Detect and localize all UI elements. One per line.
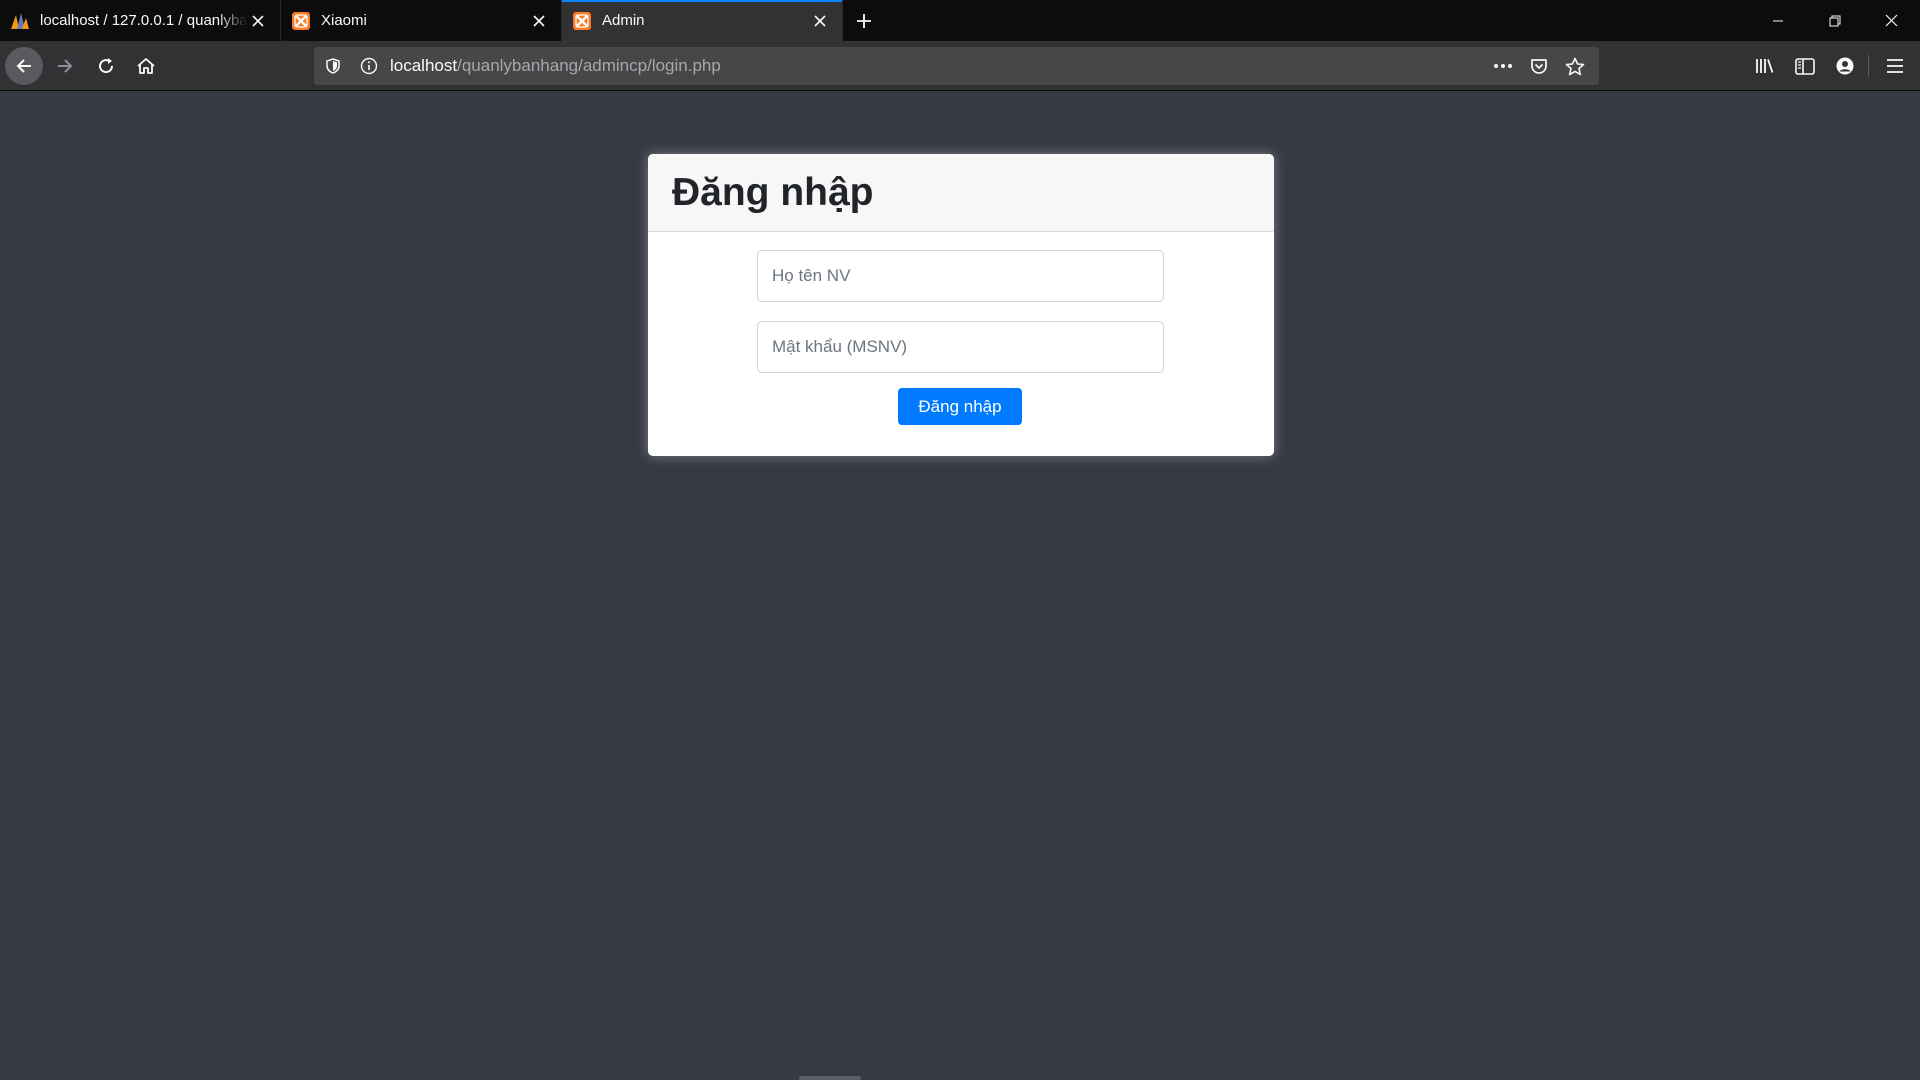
restore-icon: [1829, 15, 1840, 26]
arrow-right-icon: [58, 59, 73, 73]
scroll-indicator: [799, 1076, 861, 1080]
minimize-icon: [1772, 20, 1783, 21]
url-path: /quanlybanhang/admincp/login.php: [457, 56, 721, 75]
tab-title: localhost / 127.0.0.1 / quanlybanhang: [40, 12, 248, 29]
reload-icon: [99, 58, 114, 74]
tab-title: Xiaomi: [321, 12, 367, 29]
browser-tab-xiaomi[interactable]: Xiaomi: [281, 0, 562, 41]
app-menu-button[interactable]: [1876, 47, 1914, 85]
new-tab-button[interactable]: [843, 0, 885, 41]
library-icon: [1756, 59, 1774, 73]
minimize-button[interactable]: [1749, 0, 1806, 41]
plus-icon: [857, 13, 871, 28]
star-icon: [1565, 57, 1585, 75]
more-dots-icon: [1494, 64, 1512, 68]
site-info-icon[interactable]: [356, 47, 382, 85]
pocket-button[interactable]: [1521, 47, 1557, 85]
bookmark-star-button[interactable]: [1557, 47, 1593, 85]
address-bar[interactable]: localhost/quanlybanhang/admincp/login.ph…: [314, 47, 1599, 85]
close-tab-icon[interactable]: [529, 11, 549, 31]
forward-button[interactable]: [46, 47, 84, 85]
account-icon: [1836, 57, 1854, 75]
library-button[interactable]: [1746, 47, 1784, 85]
reload-button[interactable]: [87, 47, 125, 85]
arrow-left-icon: [16, 59, 31, 73]
home-button[interactable]: [127, 47, 165, 85]
login-card-header: Đăng nhập: [648, 154, 1274, 232]
sidebar-toggle-button[interactable]: [1786, 47, 1824, 85]
tab-title: Admin: [602, 12, 645, 29]
employee-name-input[interactable]: [757, 250, 1164, 302]
back-button[interactable]: [5, 47, 43, 85]
phpmyadmin-icon: [10, 11, 30, 31]
close-tab-icon[interactable]: [248, 11, 268, 31]
browser-toolbar: localhost/quanlybanhang/admincp/login.ph…: [0, 41, 1920, 91]
pocket-icon: [1531, 58, 1547, 74]
home-icon: [137, 58, 155, 74]
account-button[interactable]: [1826, 47, 1864, 85]
url-host: localhost: [390, 56, 458, 75]
close-tab-icon[interactable]: [810, 11, 830, 31]
xampp-icon: [291, 11, 311, 31]
hamburger-menu-icon: [1887, 59, 1903, 73]
sidebar-icon: [1795, 57, 1815, 75]
login-title: Đăng nhập: [672, 170, 874, 214]
toolbar-separator: [1868, 55, 1869, 77]
browser-tab-strip: localhost / 127.0.0.1 / quanlybanhang Xi…: [0, 0, 1920, 41]
xampp-icon: [572, 11, 592, 31]
login-card: Đăng nhập Đăng nhập: [648, 154, 1274, 456]
close-icon: [1885, 14, 1898, 27]
browser-tab-phpmyadmin[interactable]: localhost / 127.0.0.1 / quanlybanhang: [0, 0, 281, 41]
url-text[interactable]: localhost/quanlybanhang/admincp/login.ph…: [390, 56, 1485, 76]
close-window-button[interactable]: [1863, 0, 1920, 41]
tracking-protection-shield-icon[interactable]: [320, 47, 346, 85]
page-actions-button[interactable]: [1485, 47, 1521, 85]
restore-button[interactable]: [1806, 0, 1863, 41]
browser-tab-admin[interactable]: Admin: [562, 0, 843, 41]
login-button[interactable]: Đăng nhập: [898, 388, 1022, 425]
password-input[interactable]: [757, 321, 1164, 373]
